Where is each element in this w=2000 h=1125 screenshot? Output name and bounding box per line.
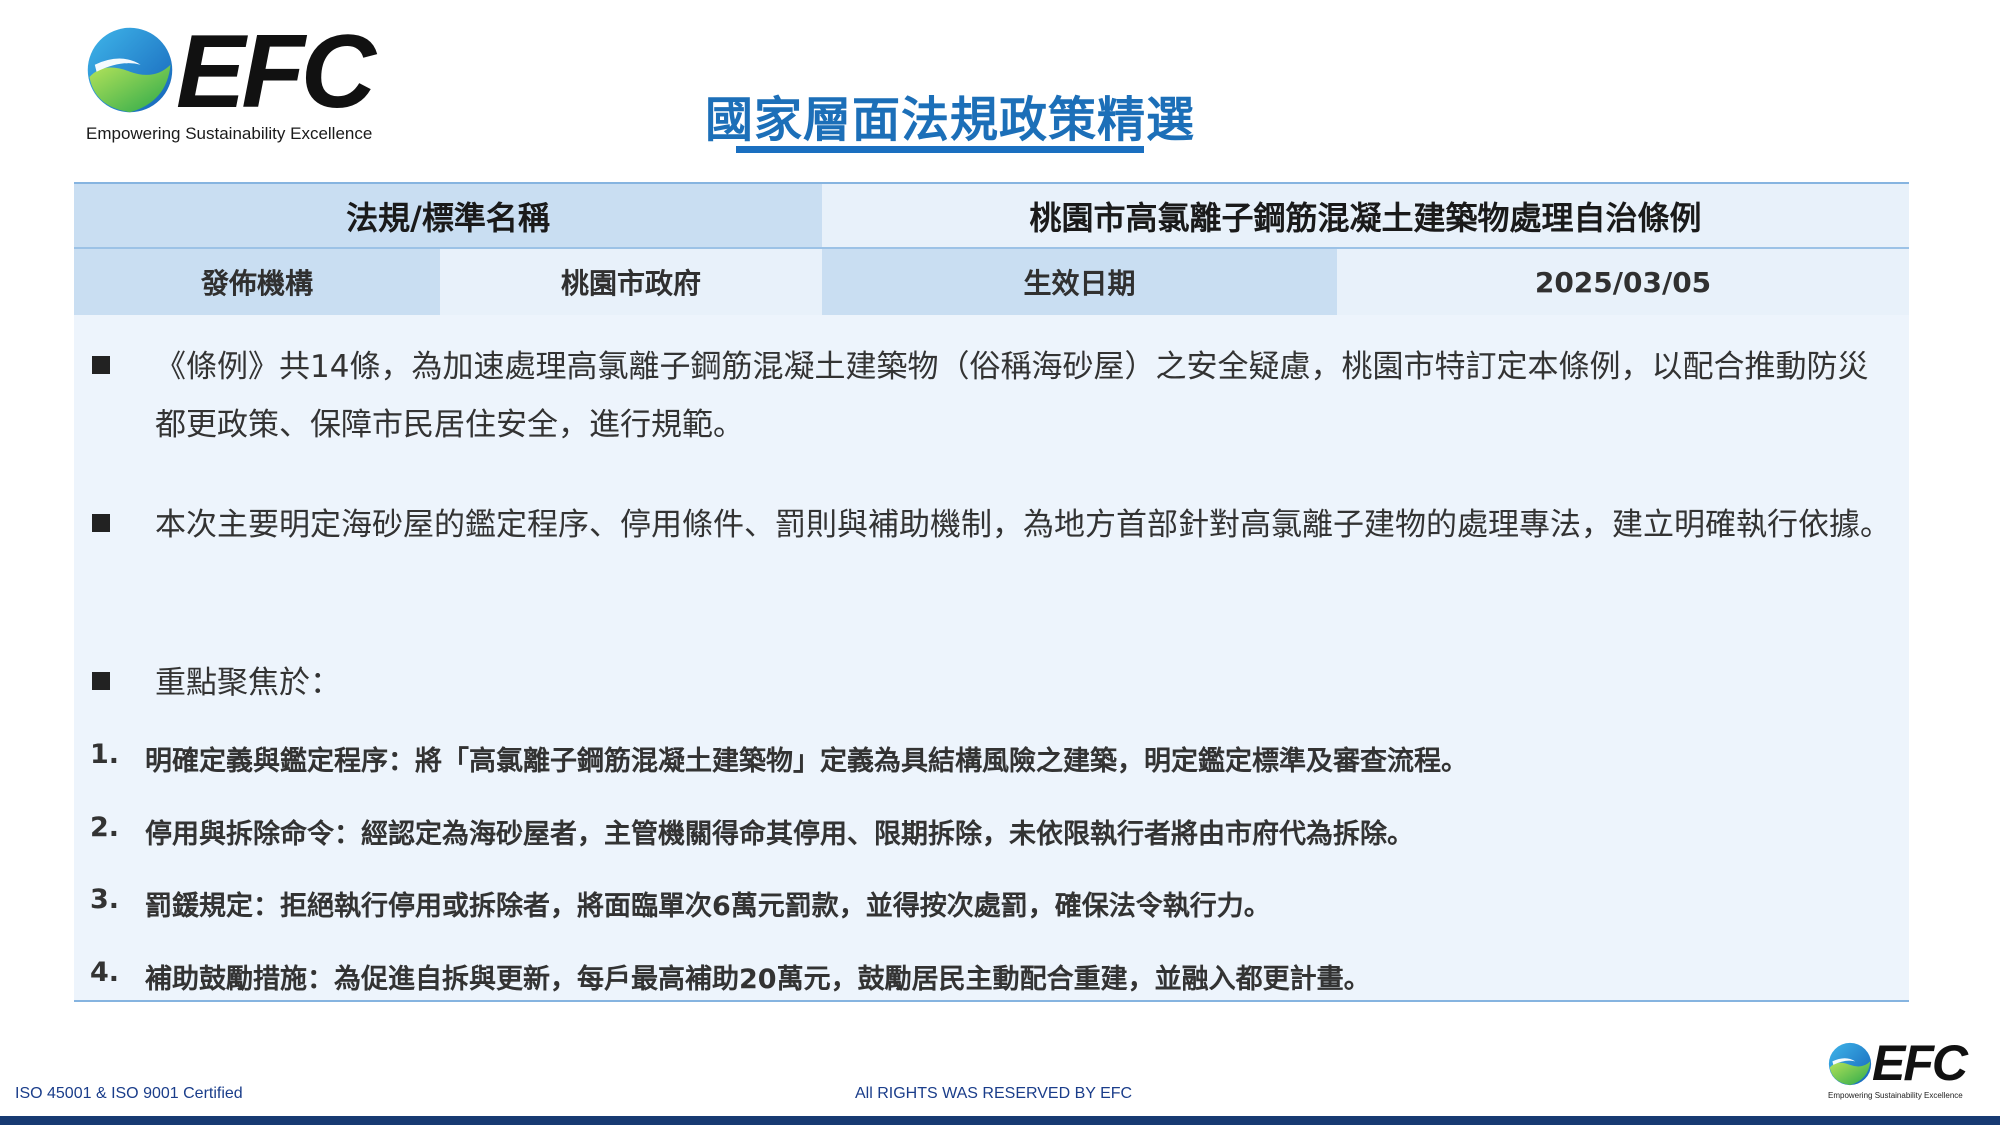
regulation-name-row: 法規/標準名稱 桃園市高氯離子鋼筋混凝土建築物處理自治條例: [74, 184, 1909, 249]
point-text: 補助鼓勵措施：為促進自拆與更新，每戶最高補助20萬元，鼓勵居民主動配合重建，並融…: [145, 964, 1371, 995]
regulation-table: 法規/標準名稱 桃園市高氯離子鋼筋混凝土建築物處理自治條例 發佈機構 桃園市政府…: [74, 182, 1909, 1002]
page-title: 國家層面法規政策精選: [704, 92, 1195, 148]
effective-date-label: 生效日期: [822, 249, 1337, 315]
square-bullet-icon: [92, 356, 110, 374]
regulation-name-value: 桃園市高氯離子鋼筋混凝土建築物處理自治條例: [822, 184, 1909, 247]
point-number: 1.: [90, 739, 120, 770]
certification-text: ISO 45001 & ISO 9001 Certified: [15, 1085, 243, 1102]
title-underline: [736, 146, 1144, 153]
square-bullet-icon: [92, 514, 110, 532]
footer-efc-logo: EFC Empowering Sustainability Excellence: [1828, 1035, 1988, 1102]
effective-date-value: 2025/03/05: [1337, 249, 1909, 315]
point-text: 停用與拆除命令：經認定為海砂屋者，主管機關得命其停用、限期拆除，未依限執行者將由…: [145, 819, 1414, 850]
brand-tagline: Empowering Sustainability Excellence: [86, 124, 373, 143]
footer-brand-tagline: Empowering Sustainability Excellence: [1828, 1091, 1963, 1100]
point-number: 2.: [90, 812, 120, 843]
globe-logo-icon: [87, 27, 173, 113]
copyright-text: All RIGHTS WAS RESERVED BY EFC: [855, 1085, 1133, 1102]
globe-logo-icon: [1828, 1042, 1872, 1086]
bullet-text: 重點聚焦於：: [155, 665, 341, 701]
point-number: 3.: [90, 884, 120, 915]
footer-brand-wordmark: EFC: [1872, 1035, 1968, 1091]
efc-logo: EFC Empowering Sustainability Excellence: [84, 14, 404, 152]
bottom-bar: [0, 1116, 2000, 1125]
brand-wordmark: EFC: [176, 14, 376, 130]
square-bullet-icon: [92, 672, 110, 690]
issuer-label: 發佈機構: [74, 249, 440, 315]
issuer-value: 桃園市政府: [440, 249, 822, 315]
bullet-text: 《條例》共14條，為加速處理高氯離子鋼筋混凝土建築物（俗稱海砂屋）之安全疑慮，桃…: [155, 349, 1869, 443]
issuer-date-row: 發佈機構 桃園市政府 生效日期 2025/03/05: [74, 249, 1909, 315]
bullet-text: 本次主要明定海砂屋的鑑定程序、停用條件、罰則與補助機制，為地方首部針對高氯離子建…: [155, 507, 1891, 543]
point-text: 明確定義與鑑定程序：將「高氯離子鋼筋混凝土建築物」定義為具結構風險之建築，明定鑑…: [145, 746, 1468, 777]
regulation-name-label: 法規/標準名稱: [74, 184, 822, 247]
point-number: 4.: [90, 957, 120, 988]
point-text: 罰鍰規定：拒絕執行停用或拆除者，將面臨單次6萬元罰款，並得按次處罰，確保法令執行…: [145, 891, 1271, 922]
